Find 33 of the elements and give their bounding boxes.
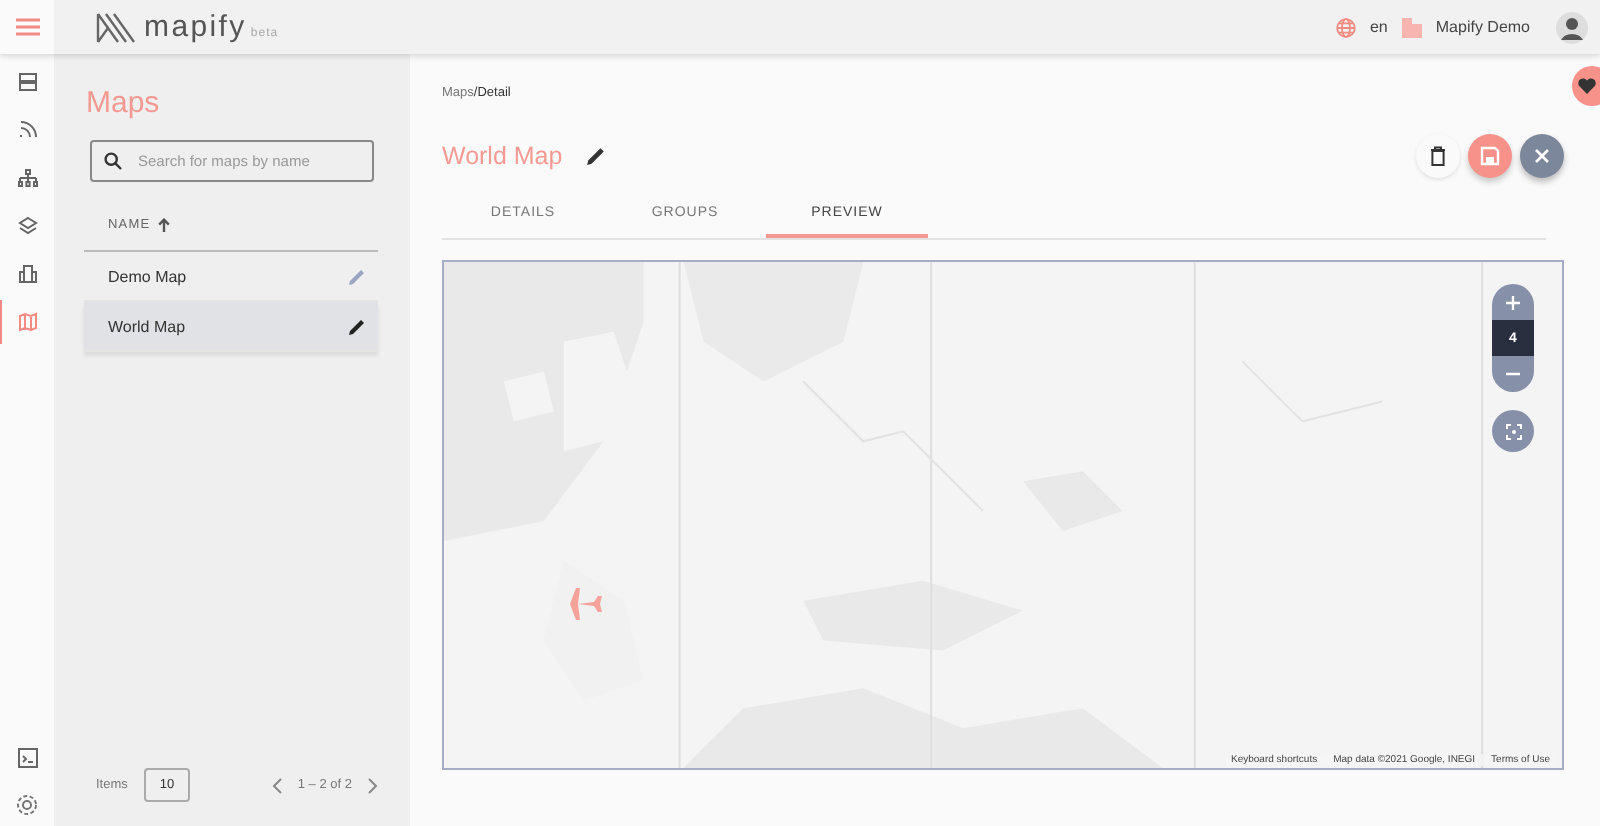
- delete-button[interactable]: [1416, 134, 1460, 178]
- locate-icon[interactable]: [1505, 423, 1521, 439]
- previous-page-icon[interactable]: [271, 777, 282, 793]
- close-button[interactable]: [1520, 134, 1564, 178]
- heart-icon[interactable]: [1578, 78, 1596, 94]
- map-icon[interactable]: [18, 312, 38, 332]
- terminal-icon[interactable]: [17, 748, 37, 768]
- pencil-icon[interactable]: [586, 146, 607, 166]
- logo-icon: [96, 11, 140, 43]
- sitemap-icon[interactable]: [17, 167, 37, 187]
- favorite-button[interactable]: [1572, 66, 1600, 106]
- buildings-icon[interactable]: [17, 263, 37, 283]
- pencil-icon[interactable]: [348, 317, 366, 335]
- save-icon[interactable]: [1480, 146, 1500, 166]
- next-page-icon[interactable]: [368, 777, 378, 793]
- map-title: World Map: [442, 142, 563, 170]
- layers-icon[interactable]: [17, 215, 37, 235]
- language-label[interactable]: en: [1369, 18, 1388, 36]
- map-list-item[interactable]: World Map: [84, 302, 378, 352]
- settings-icon[interactable]: [16, 794, 38, 816]
- logo-text: mapify: [144, 10, 247, 44]
- panel-title: Maps: [86, 86, 162, 120]
- server-icon[interactable]: [17, 71, 37, 91]
- plus-icon[interactable]: [1506, 295, 1520, 309]
- avatar-icon[interactable]: [1556, 11, 1588, 43]
- sort-arrow-icon[interactable]: [158, 218, 171, 232]
- user-name[interactable]: Mapify Demo: [1435, 18, 1530, 36]
- search-icon: [104, 152, 122, 170]
- menu-icon[interactable]: [15, 18, 39, 36]
- minus-icon[interactable]: [1506, 372, 1520, 376]
- feed-icon[interactable]: [17, 119, 37, 139]
- close-icon[interactable]: [1534, 148, 1550, 164]
- trash-icon[interactable]: [1430, 146, 1446, 166]
